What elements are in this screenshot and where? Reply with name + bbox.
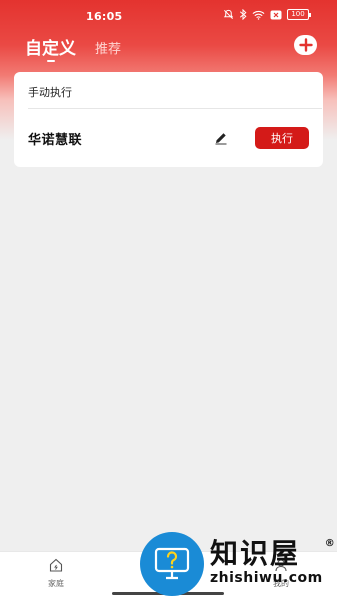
tab-custom[interactable]: 自定义: [25, 34, 76, 62]
tab-custom-label: 自定义: [25, 39, 76, 59]
status-icons: 100: [223, 9, 311, 20]
add-scene-button[interactable]: [294, 35, 317, 55]
screen-record-icon: [270, 10, 282, 20]
tab-recommend[interactable]: 推荐: [95, 38, 121, 57]
scene-name[interactable]: 华诺慧联: [28, 129, 82, 148]
nav-label-home: 家庭: [48, 579, 64, 588]
watermark-en: zhishiwu.com: [210, 570, 323, 586]
wifi-icon: [252, 10, 265, 20]
help-monitor-icon: [154, 547, 190, 580]
plus-circle-icon: [298, 38, 313, 52]
home-icon: [49, 558, 63, 572]
watermark-logo: [140, 532, 204, 596]
divider: [28, 108, 322, 109]
watermark-cn: 知识屋: [210, 537, 301, 570]
section-title: 手动执行: [28, 86, 72, 99]
battery-icon: 100: [287, 9, 311, 20]
status-time: 16:05: [86, 10, 123, 23]
status-bar: 16:05 100: [0, 0, 337, 30]
tab-active-indicator: [46, 60, 55, 62]
header-tabs: 自定义 推荐: [25, 34, 121, 62]
watermark-text: 知识屋 ® zhishiwu.com: [210, 537, 335, 587]
execute-button[interactable]: 执行: [255, 127, 309, 149]
bluetooth-icon: [239, 9, 247, 20]
pencil-icon[interactable]: [214, 131, 228, 145]
watermark-reg-mark: ®: [324, 538, 335, 549]
mute-icon: [223, 9, 234, 20]
manual-execute-card: 手动执行 华诺慧联 执行: [14, 72, 323, 167]
nav-item-home[interactable]: 家庭: [36, 557, 76, 589]
